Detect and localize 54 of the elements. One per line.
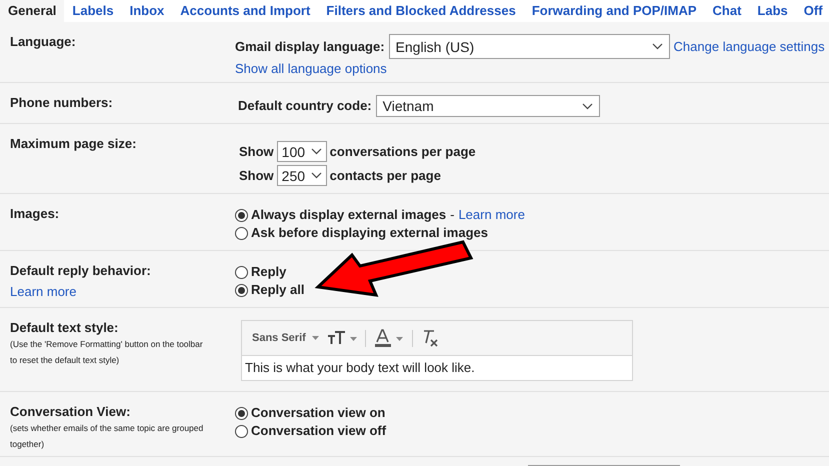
radio-label: Conversation view on bbox=[251, 404, 386, 422]
change-language-link[interactable]: Change language settings bbox=[674, 38, 825, 56]
show-label: Show bbox=[239, 166, 274, 184]
learn-more-link[interactable]: Learn more bbox=[458, 206, 525, 224]
page-size-label: contacts per page bbox=[330, 166, 441, 184]
setting-label: Default text style: bbox=[10, 320, 120, 336]
radio-button[interactable] bbox=[235, 284, 248, 296]
text-color-icon[interactable] bbox=[374, 329, 404, 347]
radio-label: Conversation view off bbox=[251, 422, 386, 440]
caret-icon bbox=[312, 336, 319, 340]
settings-tab[interactable]: Inbox bbox=[122, 0, 172, 22]
radio-label: Reply bbox=[251, 263, 286, 281]
learn-more-link[interactable]: Learn more bbox=[10, 282, 76, 302]
caret-icon bbox=[582, 102, 593, 110]
radio-label: Always display external images bbox=[251, 206, 446, 224]
settings-tab[interactable]: Labs bbox=[749, 0, 796, 22]
dropdown-field[interactable]: Vietnam bbox=[376, 95, 600, 117]
setting-label: Images: bbox=[10, 206, 60, 222]
setting-label: Conversation View: bbox=[10, 404, 132, 420]
caret-icon bbox=[310, 148, 322, 155]
radio-button[interactable] bbox=[235, 424, 248, 438]
radio-button[interactable] bbox=[235, 226, 248, 240]
font-size-icon[interactable] bbox=[326, 331, 357, 345]
page-size-dropdown[interactable]: 250 bbox=[276, 165, 327, 186]
field-label: Default country code: bbox=[238, 97, 372, 115]
settings-tab[interactable]: Accounts and Import bbox=[172, 0, 318, 22]
settings-tab[interactable]: Labels bbox=[64, 0, 122, 22]
settings-tab[interactable]: Chat bbox=[704, 0, 750, 22]
setting-label: Language: bbox=[10, 34, 77, 50]
page-size-label: conversations per page bbox=[330, 142, 476, 160]
setting-label: Phone numbers: bbox=[10, 95, 114, 111]
sample-text: This is what your body text will look like. bbox=[242, 356, 632, 380]
setting-label: Default reply behavior: bbox=[10, 263, 152, 279]
setting-label: Maximum page size: bbox=[10, 136, 138, 152]
radio-label: Ask before displaying external images bbox=[251, 224, 488, 242]
radio-button[interactable] bbox=[235, 266, 248, 278]
radio-button[interactable] bbox=[235, 406, 248, 420]
caret-icon bbox=[310, 172, 322, 179]
dropdown-field[interactable]: English (US) bbox=[388, 34, 670, 59]
font-dropdown[interactable]: Sans Serif bbox=[252, 329, 319, 347]
setting-note: (Use the 'Remove Formatting' button on the toolbar to reset the default text style) bbox=[10, 338, 204, 367]
radio-label: Reply all bbox=[251, 281, 304, 299]
page-size-dropdown[interactable]: 100 bbox=[276, 141, 327, 162]
settings-tab[interactable]: Off bbox=[796, 0, 829, 22]
settings-tab[interactable]: Filters and Blocked Addresses bbox=[318, 0, 524, 22]
caret-icon bbox=[652, 43, 663, 50]
settings-tab[interactable]: Forwarding and POP/IMAP bbox=[524, 0, 705, 22]
setting-note: (sets whether emails of the same topic are grouped together) bbox=[10, 422, 204, 451]
dash-separator: - bbox=[450, 206, 454, 224]
show-language-options-link[interactable]: Show all language options bbox=[235, 60, 387, 78]
show-label: Show bbox=[239, 142, 274, 160]
field-label: Gmail display language: bbox=[235, 38, 385, 56]
radio-button[interactable] bbox=[235, 208, 248, 222]
settings-tab[interactable]: General bbox=[0, 0, 64, 22]
